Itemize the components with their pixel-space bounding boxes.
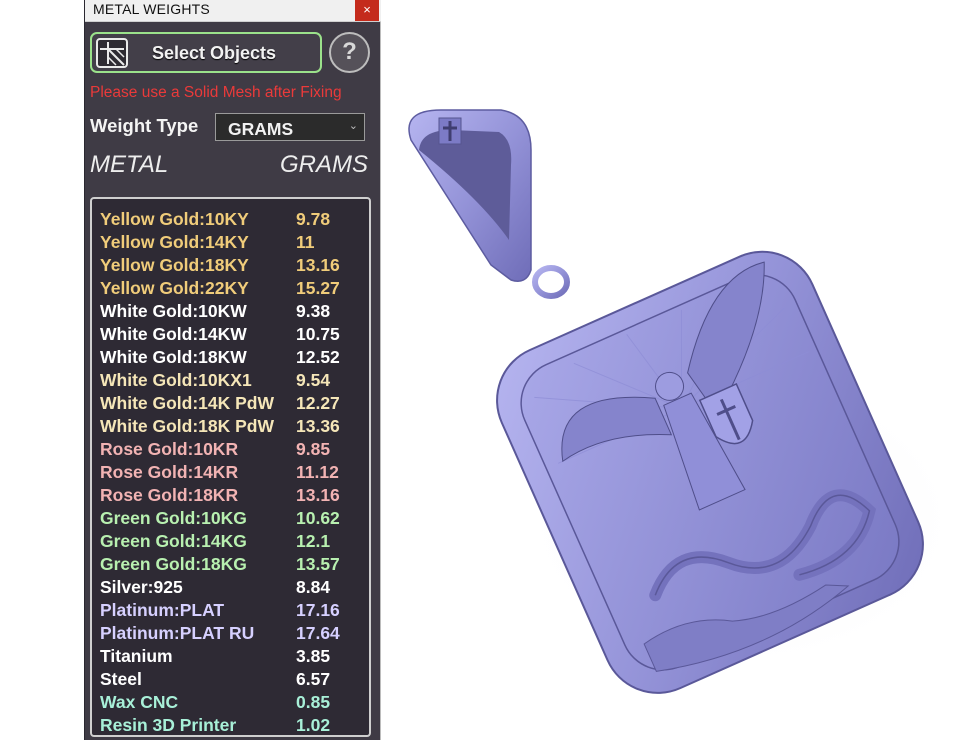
metal-name: Resin 3D Printer — [100, 715, 237, 735]
metal-grams: 13.16 — [296, 485, 340, 505]
metal-name: White Gold:14K PdW — [100, 393, 275, 413]
render-viewport[interactable] — [381, 0, 976, 740]
select-objects-label: Select Objects — [152, 43, 277, 63]
metal-grams: 12.1 — [296, 531, 331, 551]
metal-row[interactable]: White Gold:18KW 12.52 — [100, 347, 360, 370]
metal-row[interactable]: Green Gold:14KG 12.1 — [100, 531, 360, 554]
viewport-left-strip — [0, 0, 84, 740]
pendant-render — [408, 109, 961, 694]
metal-row[interactable]: White Gold:14KW 10.75 — [100, 324, 360, 347]
metal-grams: 10.62 — [296, 508, 340, 528]
metal-weights-panel: METAL WEIGHTS × Select Objects ? Please … — [84, 0, 381, 740]
metal-row[interactable]: Resin 3D Printer 1.02 — [100, 715, 360, 735]
metal-row[interactable]: Titanium 3.85 — [100, 646, 360, 669]
metal-grams: 1.02 — [296, 715, 331, 735]
metal-row[interactable]: White Gold:10KW 9.38 — [100, 301, 360, 324]
metal-grams: 15.27 — [296, 278, 340, 298]
metal-row[interactable]: Rose Gold:14KR 11.12 — [100, 462, 360, 485]
metal-weight-list[interactable]: Yellow Gold:10KY 9.78 Yellow Gold:14KY 11 Ye… — [90, 197, 371, 737]
metal-weight-rows: Yellow Gold:10KY 9.78 Yellow Gold:14KY 11 Ye… — [100, 209, 360, 735]
metal-name: Rose Gold:14KR — [100, 462, 239, 482]
metal-row[interactable]: Steel 6.57 — [100, 669, 360, 692]
metal-name: Steel — [100, 669, 142, 689]
chevron-down-icon: ⌄ — [348, 120, 358, 132]
metal-name: White Gold:18K PdW — [100, 416, 275, 436]
metal-grams: 13.57 — [296, 554, 340, 574]
metal-grams: 9.54 — [296, 370, 331, 390]
close-button[interactable]: × — [355, 0, 379, 21]
metal-grams: 13.16 — [296, 255, 340, 275]
metal-row[interactable]: White Gold:18K PdW 13.36 — [100, 416, 360, 439]
metal-grams: 6.57 — [296, 669, 331, 689]
metal-grams: 13.36 — [296, 416, 340, 436]
metal-grams: 17.64 — [296, 623, 340, 643]
metal-name: White Gold:10KW — [100, 301, 247, 321]
metal-row[interactable]: Rose Gold:18KR 13.16 — [100, 485, 360, 508]
metal-name: Yellow Gold:14KY — [100, 232, 249, 252]
metal-grams: 3.85 — [296, 646, 331, 666]
metal-row[interactable]: Green Gold:18KG 13.57 — [100, 554, 360, 577]
metal-name: Green Gold:10KG — [100, 508, 247, 528]
metal-grams: 9.85 — [296, 439, 331, 459]
metal-name: Green Gold:14KG — [100, 531, 247, 551]
metal-grams: 12.27 — [296, 393, 340, 413]
panel-titlebar[interactable]: METAL WEIGHTS × — [85, 0, 381, 22]
metal-column-header: METAL — [90, 151, 169, 178]
solid-mesh-warning: Please use a Solid Mesh after Fixing — [90, 84, 342, 101]
weight-type-label: Weight Type — [90, 115, 199, 136]
metal-grams: 11.12 — [296, 462, 339, 482]
metal-row[interactable]: Yellow Gold:22KY 15.27 — [100, 278, 360, 301]
select-objects-button[interactable]: Select Objects — [90, 32, 322, 73]
metal-grams: 17.16 — [296, 600, 340, 620]
metal-name: Silver:925 — [100, 577, 183, 597]
metal-row[interactable]: Yellow Gold:10KY 9.78 — [100, 209, 360, 232]
metal-name: Yellow Gold:22KY — [100, 278, 249, 298]
metal-name: Platinum:PLAT — [100, 600, 225, 620]
metal-row[interactable]: Yellow Gold:18KY 13.16 — [100, 255, 360, 278]
metal-name: Green Gold:18KG — [100, 554, 247, 574]
metal-grams: 8.84 — [296, 577, 331, 597]
metal-name: White Gold:10KX1 — [100, 370, 252, 390]
metal-row[interactable]: White Gold:14K PdW 12.27 — [100, 393, 360, 416]
metal-row[interactable]: Wax CNC 0.85 — [100, 692, 360, 715]
metal-grams: 9.78 — [296, 209, 331, 229]
panel-title: METAL WEIGHTS — [93, 1, 210, 17]
metal-row[interactable]: White Gold:10KX1 9.54 — [100, 370, 360, 393]
metal-grams: 11 — [296, 232, 315, 252]
metal-name: Rose Gold:18KR — [100, 485, 239, 505]
metal-name: Titanium — [100, 646, 173, 666]
metal-row[interactable]: Platinum:PLAT 17.16 — [100, 600, 360, 623]
metal-grams: 0.85 — [296, 692, 331, 712]
metal-name: Platinum:PLAT RU — [100, 623, 255, 643]
metal-name: Wax CNC — [100, 692, 179, 712]
weight-type-value: GRAMS — [228, 119, 294, 139]
metal-name: Yellow Gold:18KY — [100, 255, 249, 275]
metal-row[interactable]: Yellow Gold:14KY 11 — [100, 232, 360, 255]
metal-grams: 9.38 — [296, 301, 331, 321]
metal-name: White Gold:14KW — [100, 324, 247, 344]
metal-row[interactable]: Silver:925 8.84 — [100, 577, 360, 600]
weight-type-dropdown[interactable]: GRAMS ⌄ — [215, 113, 365, 141]
metal-row[interactable]: Rose Gold:10KR 9.85 — [100, 439, 360, 462]
metal-row[interactable]: Green Gold:10KG 10.62 — [100, 508, 360, 531]
metal-grams: 10.75 — [296, 324, 340, 344]
metal-grams: 12.52 — [296, 347, 340, 367]
select-objects-icon — [96, 38, 128, 68]
help-button[interactable]: ? — [329, 32, 370, 73]
metal-row[interactable]: Platinum:PLAT RU 17.64 — [100, 623, 360, 646]
metal-name: Yellow Gold:10KY — [100, 209, 249, 229]
metal-name: Rose Gold:10KR — [100, 439, 239, 459]
grams-column-header: GRAMS — [279, 151, 368, 178]
metal-name: White Gold:18KW — [100, 347, 247, 367]
pendant-bail — [408, 109, 570, 299]
